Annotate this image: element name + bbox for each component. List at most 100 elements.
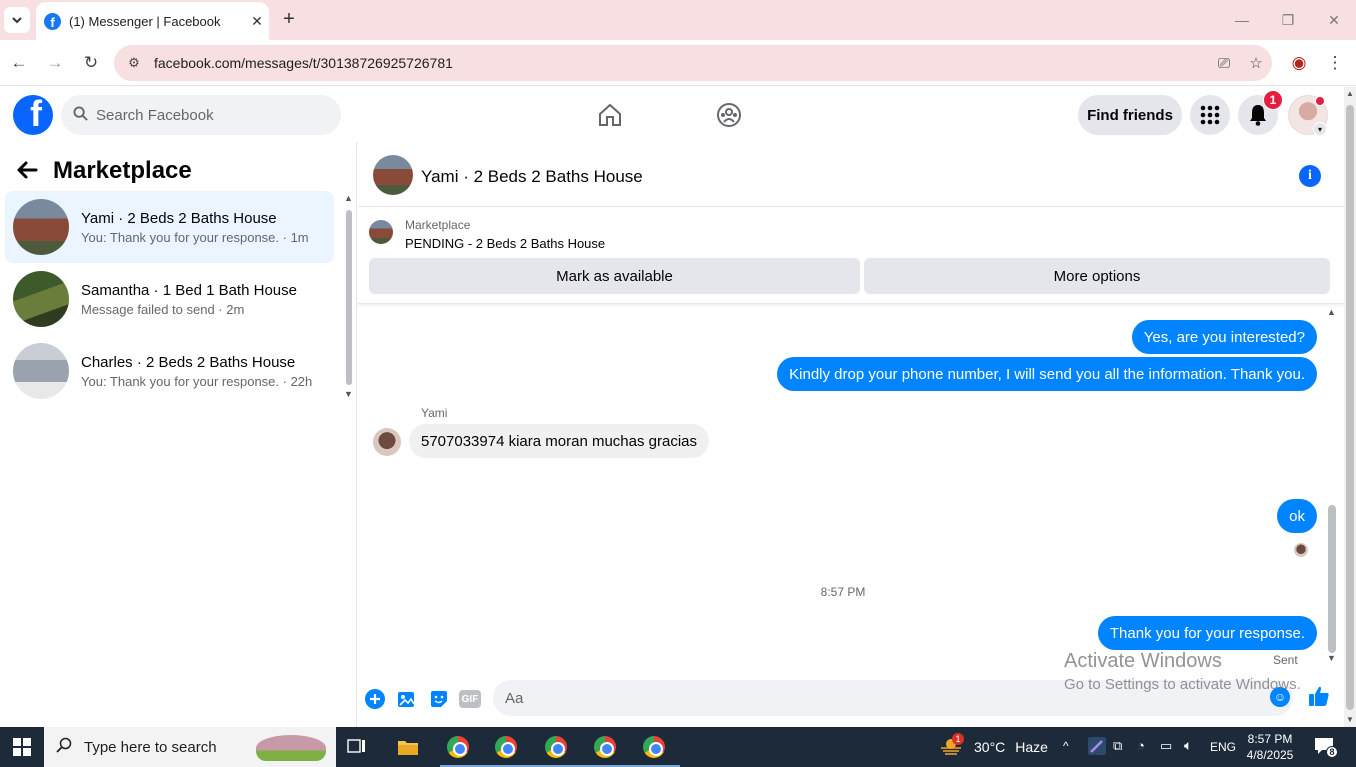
listing-thumbnail[interactable]: [369, 220, 393, 244]
browser-tab[interactable]: f (1) Messenger | Facebook ✕: [36, 2, 269, 40]
language-indicator[interactable]: ENG: [1210, 740, 1236, 754]
chat-title[interactable]: Yami · 2 Beds 2 Baths House: [421, 167, 643, 187]
conversation-item[interactable]: Charles · 2 Beds 2 Baths House You: Than…: [5, 335, 334, 407]
tab-title: (1) Messenger | Facebook: [69, 13, 221, 29]
outgoing-message[interactable]: Thank you for your response.: [1097, 616, 1317, 650]
conversation-snippet: You: Thank you for your response. · 22h: [81, 373, 313, 389]
home-nav-icon[interactable]: [590, 97, 630, 133]
listing-thumbnail: [13, 199, 69, 255]
conversation-name: Samantha · 1 Bed 1 Bath House: [81, 281, 297, 299]
page-scrollbar[interactable]: ▲ ▼: [1344, 87, 1356, 727]
outgoing-message[interactable]: ok: [1277, 499, 1317, 533]
tab-search-button[interactable]: [4, 7, 30, 33]
groups-nav-icon[interactable]: [709, 97, 749, 133]
reload-button[interactable]: ↻: [78, 50, 104, 76]
pen-tray-icon[interactable]: [1088, 737, 1106, 755]
notification-badge: 1: [1263, 90, 1283, 110]
chat-scrollbar[interactable]: ▲ ▼: [1326, 307, 1338, 667]
listing-thumbnail: [13, 343, 69, 399]
find-friends-button[interactable]: Find friends: [1078, 95, 1182, 135]
chrome-icon[interactable]: [543, 735, 569, 759]
tab-close-icon[interactable]: ✕: [245, 13, 269, 30]
listing-thumbnail: [13, 271, 69, 327]
facebook-logo-icon[interactable]: f: [13, 95, 53, 135]
chat-avatar[interactable]: [373, 155, 413, 195]
menu-grid-icon[interactable]: [1190, 95, 1230, 135]
window-close-button[interactable]: ✕: [1319, 8, 1349, 32]
photo-icon[interactable]: [396, 688, 418, 710]
outgoing-message[interactable]: Kindly drop your phone number, I will se…: [777, 357, 1317, 391]
weather-desc: Haze: [1015, 739, 1048, 755]
message-timestamp: 8:57 PM: [820, 585, 866, 599]
facebook-search-input[interactable]: Search Facebook: [61, 95, 341, 135]
thumbs-up-icon[interactable]: [1308, 685, 1332, 709]
facebook-header: f Search Facebook Find friends 1 ▾: [0, 87, 1344, 143]
more-options-button[interactable]: More options: [864, 258, 1330, 294]
network-icon[interactable]: ◔: [1137, 738, 1145, 753]
outgoing-message[interactable]: Yes, are you interested?: [1131, 320, 1317, 354]
file-explorer-icon[interactable]: [395, 735, 421, 759]
taskbar-search-box[interactable]: Type here to search: [44, 727, 336, 767]
info-icon[interactable]: i: [1299, 165, 1321, 187]
incoming-message[interactable]: 5707033974 kiara moran muchas gracias: [409, 424, 709, 458]
chrome-icon[interactable]: [445, 735, 471, 759]
address-bar[interactable]: ⚙ facebook.com/messages/t/30138726925726…: [114, 45, 1272, 81]
volume-icon[interactable]: 🔈︎: [1184, 737, 1192, 754]
mark-as-available-button[interactable]: Mark as available: [369, 258, 860, 294]
sticker-icon[interactable]: [428, 688, 450, 710]
gif-icon[interactable]: GIF: [459, 690, 481, 708]
browser-menu-icon[interactable]: ⋮: [1322, 50, 1348, 76]
meet-now-icon[interactable]: ⧉: [1113, 738, 1122, 754]
chat-header: Yami · 2 Beds 2 Baths House i: [358, 143, 1344, 207]
scroll-down-icon[interactable]: ▼: [344, 389, 353, 399]
sidebar-scrollbar[interactable]: ▲ ▼: [344, 193, 353, 401]
weather-temp: 30°C: [974, 739, 1006, 755]
search-highlight-image: [256, 735, 326, 761]
facebook-favicon-icon: f: [44, 12, 61, 30]
conversation-snippet: You: Thank you for your response. · 1m: [81, 229, 309, 245]
maximize-button[interactable]: ❐: [1273, 8, 1303, 32]
search-icon: [73, 105, 88, 125]
windows-start-icon[interactable]: [0, 727, 44, 767]
task-view-icon[interactable]: [344, 735, 370, 759]
profile-icon[interactable]: ◉: [1286, 50, 1312, 76]
chat-panel: Yami · 2 Beds 2 Baths House i Marketplac…: [358, 143, 1344, 727]
bookmark-star-icon[interactable]: ☆: [1240, 54, 1272, 72]
chrome-icon[interactable]: [641, 735, 667, 759]
scroll-down-icon[interactable]: ▼: [1346, 715, 1354, 724]
weather-haze-icon: 1: [940, 733, 964, 757]
back-button[interactable]: ←: [6, 50, 32, 76]
chrome-icon[interactable]: [592, 735, 618, 759]
scroll-up-icon[interactable]: ▲: [1327, 307, 1336, 317]
sender-avatar[interactable]: [373, 428, 401, 456]
back-arrow-icon[interactable]: [16, 160, 38, 186]
taskbar-clock[interactable]: 8:57 PM 4/8/2025: [1240, 731, 1300, 763]
listing-status: PENDING - 2 Beds 2 Baths House: [405, 236, 606, 251]
notification-center-icon[interactable]: 8: [1314, 737, 1338, 758]
watermark-line1: Activate Windows: [1064, 650, 1222, 672]
sidebar-title: Marketplace: [53, 157, 192, 184]
minimize-button[interactable]: —: [1227, 8, 1257, 32]
search-placeholder: Search Facebook: [96, 106, 214, 124]
marketplace-sidebar: Marketplace Yami · 2 Beds 2 Baths House …: [0, 143, 357, 727]
weather-widget[interactable]: 1 30°C Haze: [940, 727, 1048, 767]
chrome-icon[interactable]: [493, 735, 519, 759]
show-hidden-icons-icon[interactable]: ^: [1063, 739, 1069, 753]
scroll-down-icon[interactable]: ▼: [1327, 653, 1336, 663]
conversation-item[interactable]: Yami · 2 Beds 2 Baths House You: Thank y…: [5, 191, 334, 263]
new-tab-button[interactable]: +: [276, 8, 302, 32]
scroll-up-icon[interactable]: ▲: [344, 193, 353, 203]
notification-count-badge: 8: [1326, 746, 1338, 758]
search-icon: [56, 737, 72, 757]
account-chevron-icon[interactable]: ▾: [1313, 122, 1327, 136]
battery-icon[interactable]: ▭: [1160, 738, 1172, 754]
account-alert-dot: [1315, 96, 1325, 106]
site-info-icon[interactable]: ⚙: [114, 55, 154, 71]
plus-circle-icon[interactable]: [364, 688, 386, 710]
forward-button[interactable]: →: [42, 50, 68, 76]
windows-taskbar: Type here to search 1 30°C Haze ^ ⧉ ◔ ▭ …: [0, 727, 1356, 767]
scroll-up-icon[interactable]: ▲: [1346, 89, 1354, 98]
browser-toolbar: ← → ↻ ⚙ facebook.com/messages/t/30138726…: [0, 40, 1356, 86]
conversation-item[interactable]: Samantha · 1 Bed 1 Bath House Message fa…: [5, 263, 334, 335]
install-app-icon[interactable]: ⎚: [1208, 55, 1240, 72]
